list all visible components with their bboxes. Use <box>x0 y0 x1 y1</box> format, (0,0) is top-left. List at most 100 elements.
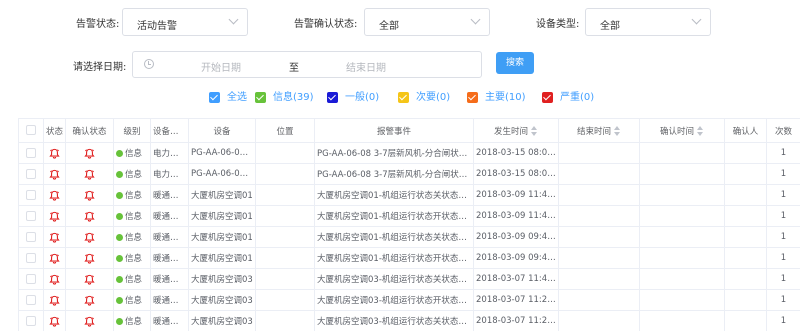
confirmer-cell <box>724 289 767 311</box>
confirm-status-select[interactable]: 全部 <box>364 8 490 36</box>
header-label: 确认时间 <box>659 126 694 137</box>
clock-icon <box>144 59 154 69</box>
level-dot-icon <box>116 213 123 220</box>
header-occur-time[interactable]: 发生时间 <box>473 118 559 143</box>
table-row[interactable]: 信息电力设备PG-AA-06-08 3-... PG-AA-06-08 3-7层新… <box>18 142 800 164</box>
row-checkbox[interactable] <box>18 226 44 248</box>
end-time-cell <box>558 184 640 206</box>
search-button[interactable]: 搜索 <box>496 52 534 74</box>
confirm-status-cell <box>65 289 114 311</box>
date-range-picker[interactable]: 开始日期 至 结束日期 <box>132 51 482 78</box>
count-cell: 1 <box>766 142 800 164</box>
header-end-time[interactable]: 结束时间 <box>558 118 640 143</box>
header-label: 发生时间 <box>493 126 528 137</box>
sort-icon[interactable] <box>614 126 621 136</box>
confirmer-cell <box>724 247 767 269</box>
event-cell: 大厦机房空调03-机组运行状态关状态通知 <box>314 268 474 290</box>
table-row[interactable]: 信息 暖通设备 大厦机房空调03 大厦机房空调03-机组运行状态开状态通知 2018-0… <box>18 289 800 311</box>
level-dot-icon <box>116 171 123 178</box>
checkbox-icon <box>26 252 36 263</box>
device-cell: 大厦机房空调01 <box>188 226 256 248</box>
bell-icon <box>84 190 95 201</box>
level-cell: 信息 <box>113 310 151 331</box>
occur-time-cell: 2018-03-07 11:22:16 <box>473 310 559 331</box>
level-text: 信息 <box>125 170 143 180</box>
device-type-cell: 暖通设备 <box>150 184 189 206</box>
row-checkbox[interactable] <box>18 184 44 206</box>
level-cell: 信息 <box>113 184 151 206</box>
level-dot-icon <box>116 297 123 304</box>
count-cell: 1 <box>766 205 800 227</box>
table-row[interactable]: 信息 暖通设备 大厦机房空调01 大厦机房空调01-机组运行状态开状态通知 2018-0… <box>18 247 800 269</box>
header-confirm-status: 确认状态 <box>65 118 114 143</box>
device-type-cell: 暖通设备 <box>150 268 189 290</box>
level-dot-icon <box>116 276 123 283</box>
confirm-time-cell <box>639 289 725 311</box>
alarm-status-label: 告警状态: <box>76 19 120 30</box>
end-time-cell <box>558 163 640 185</box>
device-cell: 大厦机房空调03 <box>188 289 256 311</box>
date-label: 请选择日期: <box>73 62 127 73</box>
end-time-cell <box>558 205 640 227</box>
confirm-time-cell <box>639 184 725 206</box>
table-row[interactable]: 信息 暖通设备 大厦机房空调01 大厦机房空调01-机组运行状态关状态通知 2018-0… <box>18 184 800 206</box>
table-row[interactable]: 信息 暖通设备 大厦机房空调03 大厦机房空调03-机组运行状态关状态通知 2018-0… <box>18 268 800 290</box>
location-cell <box>255 142 315 164</box>
level-dot-icon <box>116 255 123 262</box>
location-cell <box>255 289 315 311</box>
confirm-status-label: 告警确认状态: <box>294 19 358 30</box>
bell-icon <box>49 295 60 306</box>
table-row[interactable]: 信息 暖通设备 大厦机房空调01 大厦机房空调01-机组运行状态开状态通知 2018-0… <box>18 205 800 227</box>
device-type-value: 全部 <box>600 21 620 32</box>
level-dot-icon <box>116 318 123 325</box>
filter-label: 信息(39) <box>273 92 314 103</box>
occur-time-cell: 2018-03-09 09:47:58 <box>473 247 559 269</box>
event-cell: 大厦机房空调01-机组运行状态开状态通知 <box>314 205 474 227</box>
row-checkbox[interactable] <box>18 163 44 185</box>
row-checkbox[interactable] <box>18 205 44 227</box>
table-body: 信息电力设备PG-AA-06-08 3-...PG-AA-06-08 3-7层新… <box>18 142 800 331</box>
table-row[interactable]: 信息 暖通设备 大厦机房空调03 大厦机房空调03-机组运行状态关状态通知 2018-0… <box>18 310 800 331</box>
device-type-cell: 暖通设备 <box>150 247 189 269</box>
confirm-status-cell <box>65 184 114 206</box>
alarm-status-value: 活动告警 <box>137 21 177 32</box>
count-cell: 1 <box>766 289 800 311</box>
row-checkbox[interactable] <box>18 268 44 290</box>
chevron-down-icon <box>470 14 481 25</box>
date-separator: 至 <box>289 63 299 74</box>
level-text: 信息 <box>125 296 143 306</box>
device-type-select[interactable]: 全部 <box>585 8 711 36</box>
start-date-input[interactable]: 开始日期 <box>201 59 241 74</box>
alarm-status-select[interactable]: 活动告警 <box>122 8 248 36</box>
level-dot-icon <box>116 150 123 157</box>
location-cell <box>255 226 315 248</box>
row-checkbox[interactable] <box>18 142 44 164</box>
confirmer-cell <box>724 142 767 164</box>
table-row[interactable]: 信息电力设备PG-AA-06-08 3-... PG-AA-06-08 3-7层新… <box>18 163 800 185</box>
event-cell: 大厦机房空调01-机组运行状态关状态通知 <box>314 226 474 248</box>
bell-icon <box>84 253 95 264</box>
sort-icon[interactable] <box>531 126 538 136</box>
confirm-status-cell <box>65 247 114 269</box>
bell-icon <box>49 274 60 285</box>
end-date-input[interactable]: 结束日期 <box>346 59 386 74</box>
row-checkbox[interactable] <box>18 289 44 311</box>
level-filters: 全选 信息(39) 一般(0) 次要(0) 主要(10) 严重(0) <box>0 91 800 105</box>
row-checkbox[interactable] <box>18 310 44 331</box>
table-row[interactable]: 信息 暖通设备 大厦机房空调01 大厦机房空调01-机组运行状态关状态通知 2018-0… <box>18 226 800 248</box>
count-cell: 1 <box>766 268 800 290</box>
select-all-checkbox[interactable] <box>18 118 44 143</box>
bell-icon <box>84 295 95 306</box>
chevron-down-icon <box>691 14 702 25</box>
checkbox-checked-icon <box>255 92 266 103</box>
bell-icon <box>49 316 60 327</box>
device-type-cell: 暖通设备 <box>150 310 189 331</box>
occur-time-cell: 2018-03-15 08:06:30 <box>473 142 559 164</box>
location-cell <box>255 184 315 206</box>
sort-icon[interactable] <box>697 126 704 136</box>
confirmer-cell <box>724 268 767 290</box>
level-text: 信息 <box>125 317 143 327</box>
header-confirm-time[interactable]: 确认时间 <box>639 118 725 143</box>
row-checkbox[interactable] <box>18 247 44 269</box>
device-cell: PG-AA-06-08 3-... <box>188 142 256 164</box>
